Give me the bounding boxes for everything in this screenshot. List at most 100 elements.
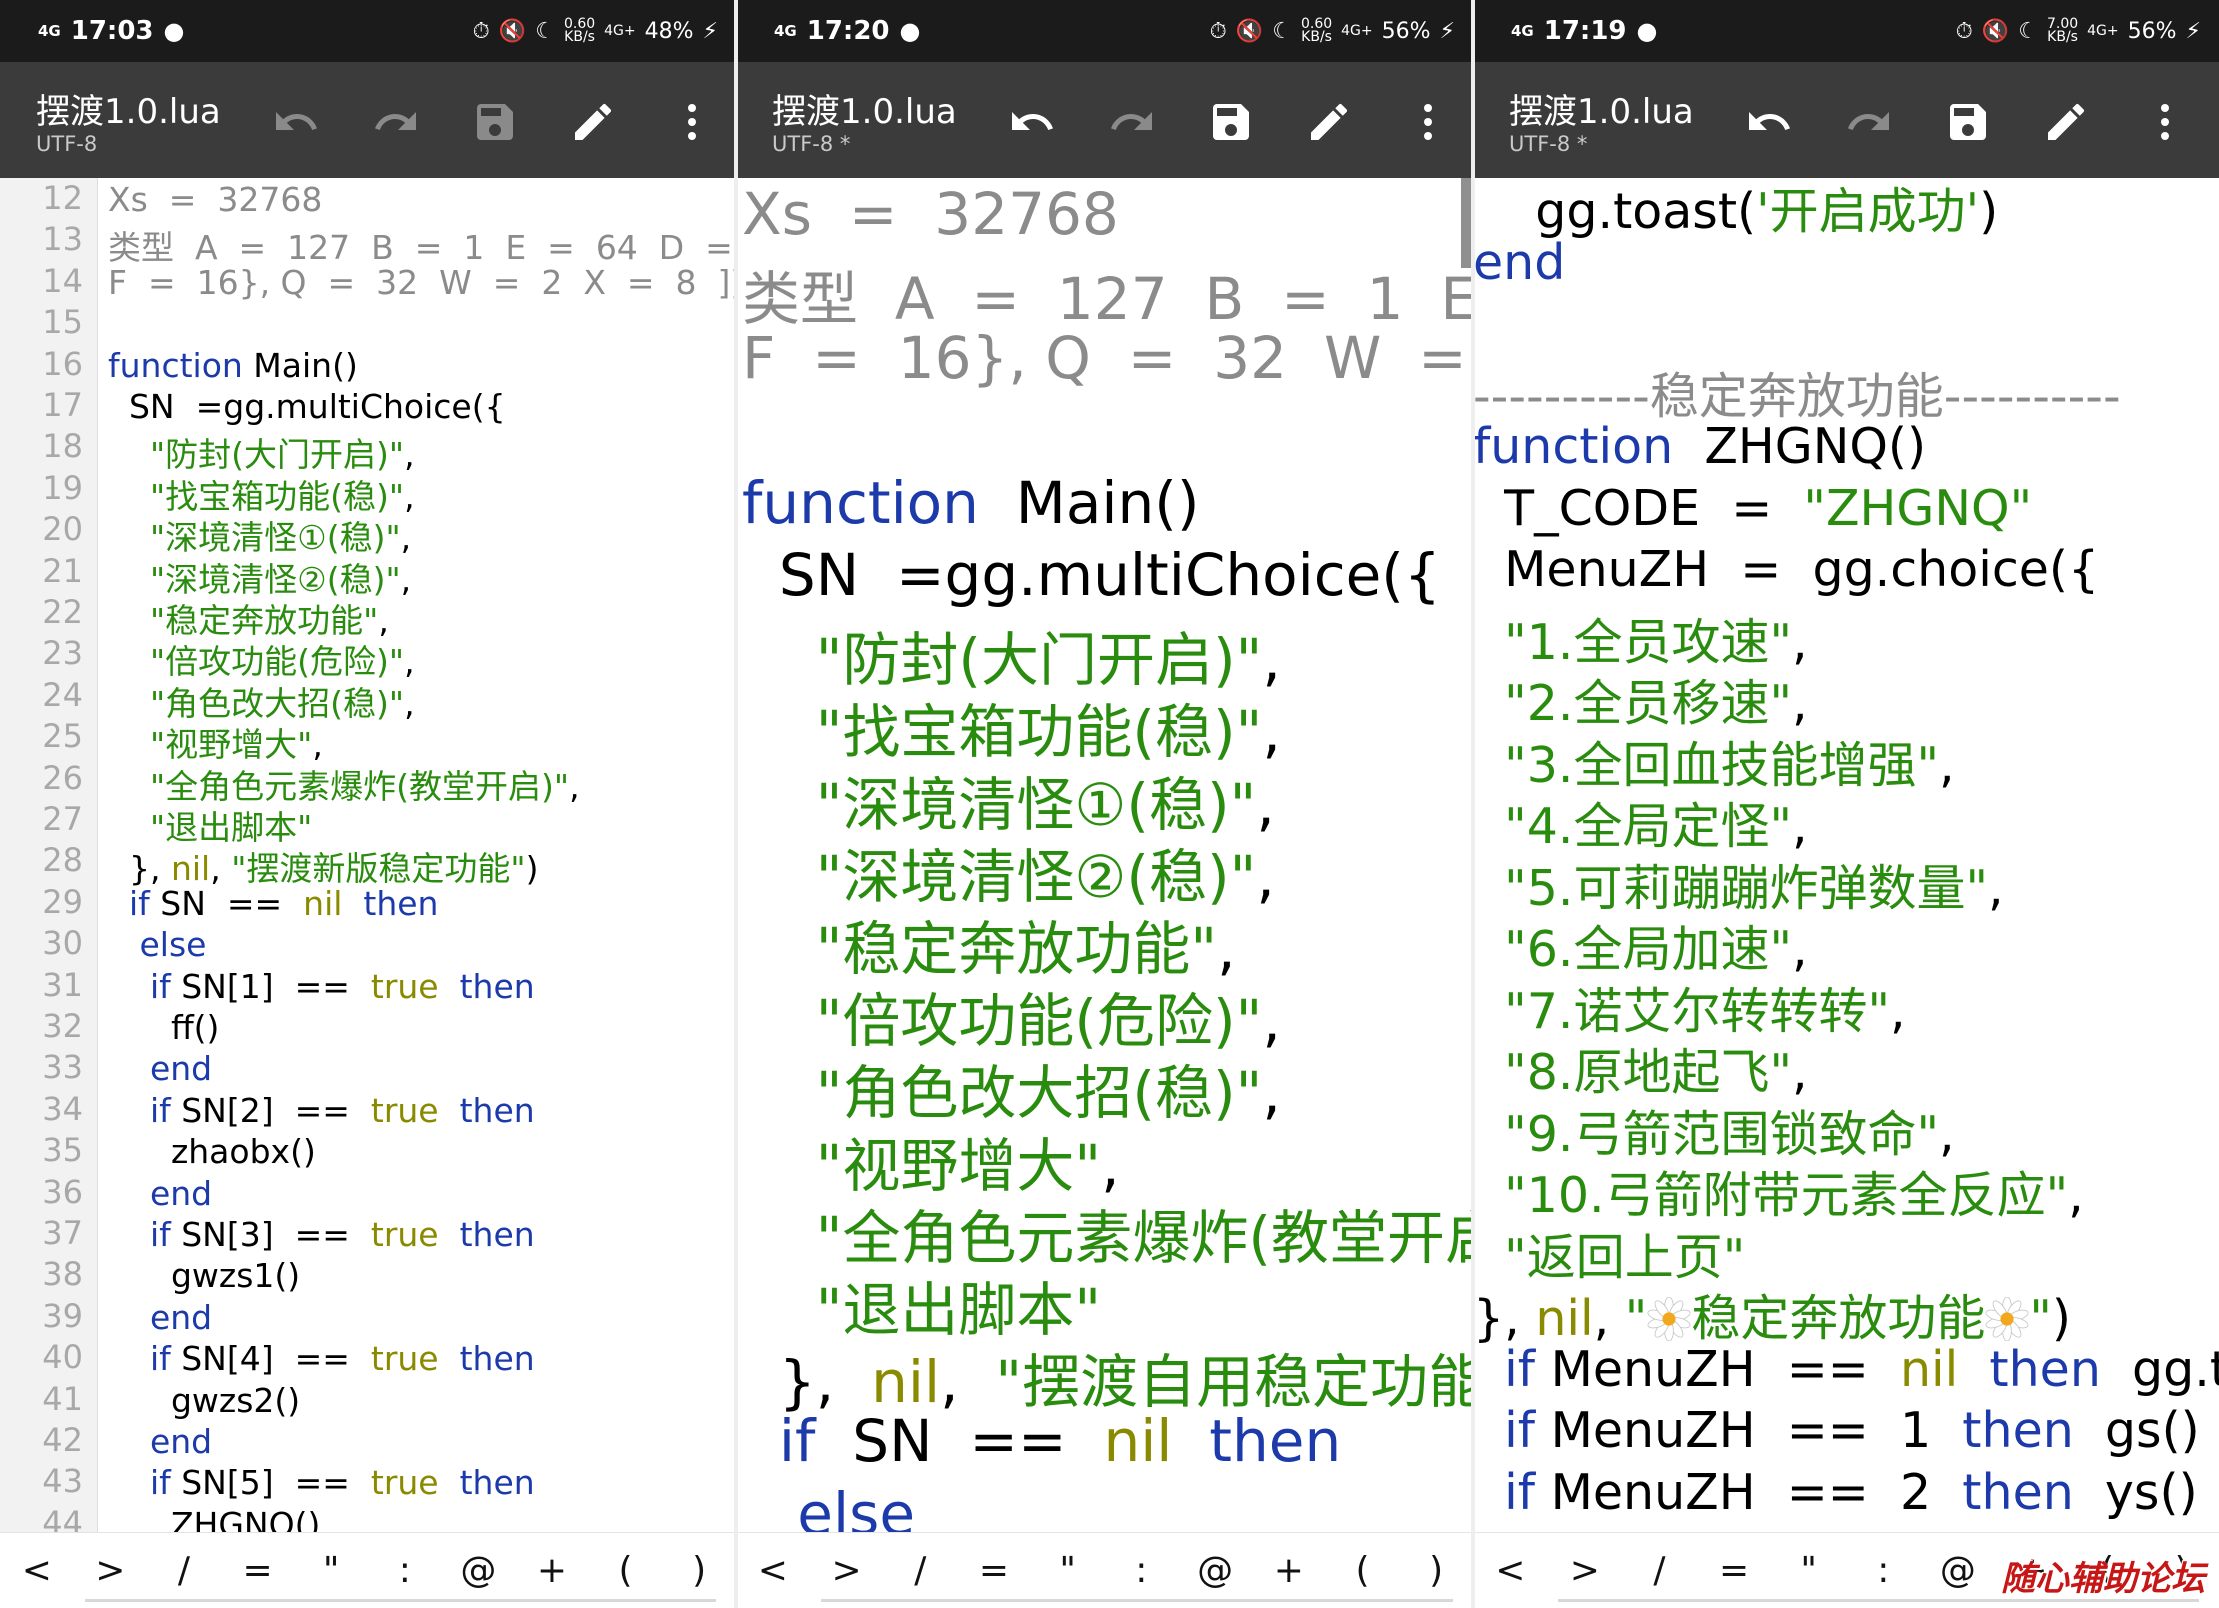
redo-button[interactable] bbox=[1106, 96, 1158, 148]
code-editor[interactable]: 12 13 14 15 16 17 18 19 20 21 22 23 24 25 26 27 28 29 30 31… bbox=[0, 178, 736, 1532]
code-line[interactable]: SN =gg.multiChoice({ bbox=[108, 387, 506, 426]
code-line[interactable]: "5.可莉蹦蹦炸弹数量", bbox=[1473, 849, 2003, 920]
code-line[interactable]: gwzs1() bbox=[108, 1256, 300, 1295]
code-line[interactable]: "4.全局定怪", bbox=[1473, 787, 1807, 858]
symbol-key[interactable]: / bbox=[883, 1550, 957, 1591]
code-line[interactable]: "8.原地起飞", bbox=[1473, 1033, 1807, 1104]
code-line[interactable]: Xs = 32768 bbox=[742, 180, 1119, 248]
code-line[interactable]: SN =gg.multiChoice({ bbox=[742, 541, 1441, 609]
symbol-key[interactable]: > bbox=[74, 1550, 148, 1591]
symbol-key[interactable]: < bbox=[0, 1550, 74, 1591]
symbol-key[interactable]: @ bbox=[1921, 1550, 1996, 1591]
symbol-key[interactable]: : bbox=[1105, 1550, 1179, 1591]
symbol-key[interactable]: / bbox=[1622, 1550, 1697, 1591]
code-line[interactable]: }, nil, " 稳定奔放功能 ") bbox=[1473, 1279, 2071, 1350]
code-line[interactable]: else bbox=[742, 1480, 915, 1532]
symbol-key[interactable]: ) bbox=[1399, 1550, 1473, 1591]
code-line[interactable]: F = 16}, Q = 32 W = 2 bbox=[742, 324, 1473, 392]
more-menu-button[interactable] bbox=[1402, 96, 1454, 148]
code-line[interactable]: ff() bbox=[108, 1008, 220, 1047]
code-line[interactable]: if SN[3] == true then bbox=[108, 1215, 535, 1254]
code-token: if bbox=[108, 1339, 171, 1379]
more-menu-button[interactable] bbox=[666, 96, 718, 148]
code-line[interactable]: if SN[5] == true then bbox=[108, 1463, 535, 1502]
redo-button[interactable] bbox=[370, 96, 422, 148]
line-number: 27 bbox=[42, 800, 83, 838]
symbol-key[interactable]: @ bbox=[442, 1550, 516, 1591]
code-line[interactable]: ----------稳定奔放功能---------- bbox=[1473, 357, 2121, 428]
code-line[interactable]: zhaobx() bbox=[108, 1132, 316, 1171]
edit-button[interactable] bbox=[2040, 96, 2092, 148]
code-line[interactable]: end bbox=[1473, 234, 1565, 291]
symbol-key[interactable]: : bbox=[368, 1550, 442, 1591]
code-line[interactable]: "返回上页" bbox=[1473, 1218, 1745, 1289]
save-button[interactable] bbox=[469, 96, 521, 148]
symbol-key[interactable]: = bbox=[221, 1550, 295, 1591]
code-line[interactable]: end bbox=[108, 1174, 212, 1213]
code-line[interactable]: "3.全回血技能增强", bbox=[1473, 726, 1954, 797]
edit-button[interactable] bbox=[1303, 96, 1355, 148]
code-line[interactable]: if MenuZH == 2 then ys() e bbox=[1473, 1464, 2219, 1521]
code-line[interactable]: MenuZH = gg.choice({ bbox=[1473, 541, 2099, 598]
code-line[interactable]: T_CODE = "ZHGNQ" bbox=[1473, 480, 2032, 537]
code-line[interactable]: Xs = 32768 bbox=[108, 180, 322, 219]
code-line[interactable]: "10.弓箭附带元素全反应", bbox=[1473, 1156, 2084, 1227]
code-token: ff() bbox=[108, 1008, 220, 1047]
undo-button[interactable] bbox=[1006, 96, 1058, 148]
symbol-key[interactable]: " bbox=[1031, 1550, 1105, 1591]
symbol-key[interactable]: ( bbox=[589, 1550, 663, 1591]
save-button[interactable] bbox=[1942, 96, 1994, 148]
code-line[interactable]: if SN[1] == true then bbox=[108, 967, 535, 1006]
edit-button[interactable] bbox=[567, 96, 619, 148]
symbol-key[interactable]: ( bbox=[1326, 1550, 1400, 1591]
code-line[interactable]: "7.诺艾尔转转转", bbox=[1473, 972, 1905, 1043]
code-line[interactable]: if SN == nil then bbox=[108, 883, 439, 923]
code-token: SN == bbox=[149, 883, 304, 923]
code-token: "全角色元素爆炸(教堂开启)" bbox=[742, 1203, 1473, 1272]
code-line[interactable]: F = 16}, Q = 32 W = 2 X = 8 ]] bbox=[108, 263, 736, 302]
symbol-key[interactable]: > bbox=[1548, 1550, 1623, 1591]
code-line[interactable]: end bbox=[108, 1049, 212, 1088]
code-line[interactable]: "6.全局加速", bbox=[1473, 910, 1807, 981]
code-editor[interactable]: gg.toast('开启成功') end ----------稳定奔放功能-----… bbox=[1473, 178, 2219, 1532]
undo-button[interactable] bbox=[1743, 96, 1795, 148]
code-line[interactable]: gwzs2() bbox=[108, 1381, 300, 1420]
symbol-key[interactable]: ) bbox=[662, 1550, 736, 1591]
code-line[interactable]: "9.弓箭范围锁致命", bbox=[1473, 1095, 1954, 1166]
symbol-key[interactable]: = bbox=[957, 1550, 1031, 1591]
symbol-key[interactable]: < bbox=[736, 1550, 810, 1591]
code-line[interactable]: if SN[4] == true then bbox=[108, 1339, 535, 1378]
save-button[interactable] bbox=[1205, 96, 1257, 148]
symbol-key[interactable]: / bbox=[147, 1550, 221, 1591]
net-speed: 0.60 KB/s bbox=[563, 16, 596, 45]
symbol-key[interactable]: " bbox=[1771, 1550, 1846, 1591]
code-editor[interactable]: Xs = 32768 类型 A = 127 B = 1 E = 64F = 16}… bbox=[736, 178, 1473, 1532]
scroll-handle[interactable] bbox=[1461, 178, 1471, 268]
symbol-key[interactable]: + bbox=[1252, 1550, 1326, 1591]
code-line[interactable]: else bbox=[108, 925, 206, 964]
code-line[interactable]: function Main() bbox=[742, 469, 1200, 537]
code-line[interactable]: if MenuZH == nil then gg.to bbox=[1473, 1341, 2219, 1398]
code-line[interactable]: end bbox=[108, 1298, 212, 1337]
more-menu-button[interactable] bbox=[2139, 96, 2191, 148]
undo-button[interactable] bbox=[270, 96, 322, 148]
symbol-key[interactable]: : bbox=[1846, 1550, 1921, 1591]
code-line[interactable]: function Main() bbox=[108, 346, 358, 385]
code-line[interactable]: if SN == nil then bbox=[742, 1407, 1341, 1475]
redo-button[interactable] bbox=[1843, 96, 1895, 148]
symbol-key[interactable]: " bbox=[294, 1550, 368, 1591]
code-token: if bbox=[108, 1215, 171, 1254]
symbol-key[interactable]: > bbox=[810, 1550, 884, 1591]
code-line[interactable]: ZHGNQ() bbox=[108, 1505, 320, 1532]
code-line[interactable]: function ZHGNQ() bbox=[1473, 418, 1926, 475]
code-line[interactable]: "2.全员移速", bbox=[1473, 664, 1807, 735]
code-line[interactable]: if SN[2] == true then bbox=[108, 1091, 535, 1130]
code-line[interactable]: if MenuZH == 1 then gs() e bbox=[1473, 1402, 2219, 1459]
symbol-key[interactable]: < bbox=[1473, 1550, 1548, 1591]
code-line[interactable]: end bbox=[108, 1422, 212, 1461]
symbol-key[interactable]: + bbox=[515, 1550, 589, 1591]
symbol-key[interactable]: @ bbox=[1178, 1550, 1252, 1591]
watermark: 随心辅助论坛 bbox=[2001, 1559, 2205, 1599]
symbol-key[interactable]: = bbox=[1697, 1550, 1772, 1591]
code-line[interactable]: "1.全员攻速", bbox=[1473, 603, 1807, 674]
